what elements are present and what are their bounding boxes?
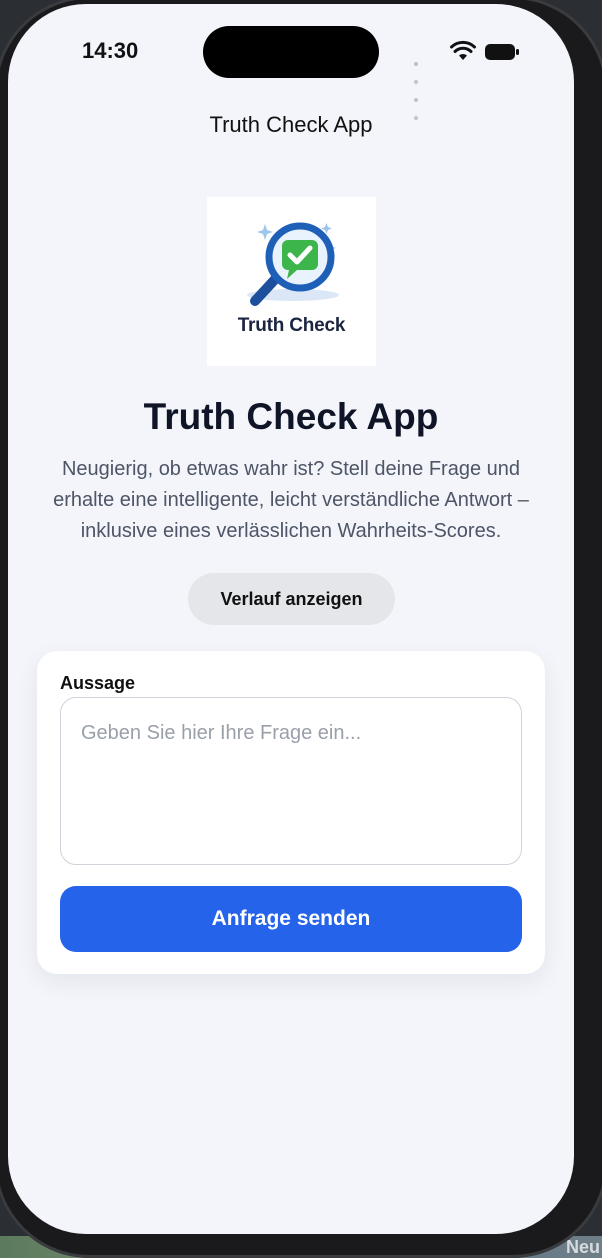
phone-frame: 14:30 Truth Check App Truth Check Truth … <box>0 0 602 1258</box>
page-title: Truth Check App <box>143 396 439 437</box>
app-screen: 14:30 Truth Check App Truth Check Truth … <box>8 4 574 1234</box>
background-window-text: Neu <box>565 1237 600 1257</box>
question-textarea[interactable]: Geben Sie hier Ihre Frage ein... <box>60 697 522 865</box>
show-history-button[interactable]: Verlauf anzeigen <box>188 573 395 625</box>
question-placeholder: Geben Sie hier Ihre Frage ein... <box>81 722 362 744</box>
magnifier-check-icon <box>247 222 339 306</box>
statement-label: Aussage <box>60 673 136 693</box>
question-form-card: Aussage Geben Sie hier Ihre Frage ein...… <box>37 651 545 974</box>
logo-caption: Truth Check <box>237 315 346 336</box>
app-logo: Truth Check <box>207 197 376 366</box>
status-time: 14:30 <box>82 38 139 63</box>
navigation-title: Truth Check App <box>209 112 373 137</box>
submit-request-button[interactable]: Anfrage senden <box>60 886 522 952</box>
dynamic-island <box>203 26 379 78</box>
battery-icon <box>485 44 519 60</box>
wifi-icon <box>450 40 476 60</box>
intro-text: Neugierig, ob etwas wahr ist? Stell dein… <box>53 458 529 542</box>
